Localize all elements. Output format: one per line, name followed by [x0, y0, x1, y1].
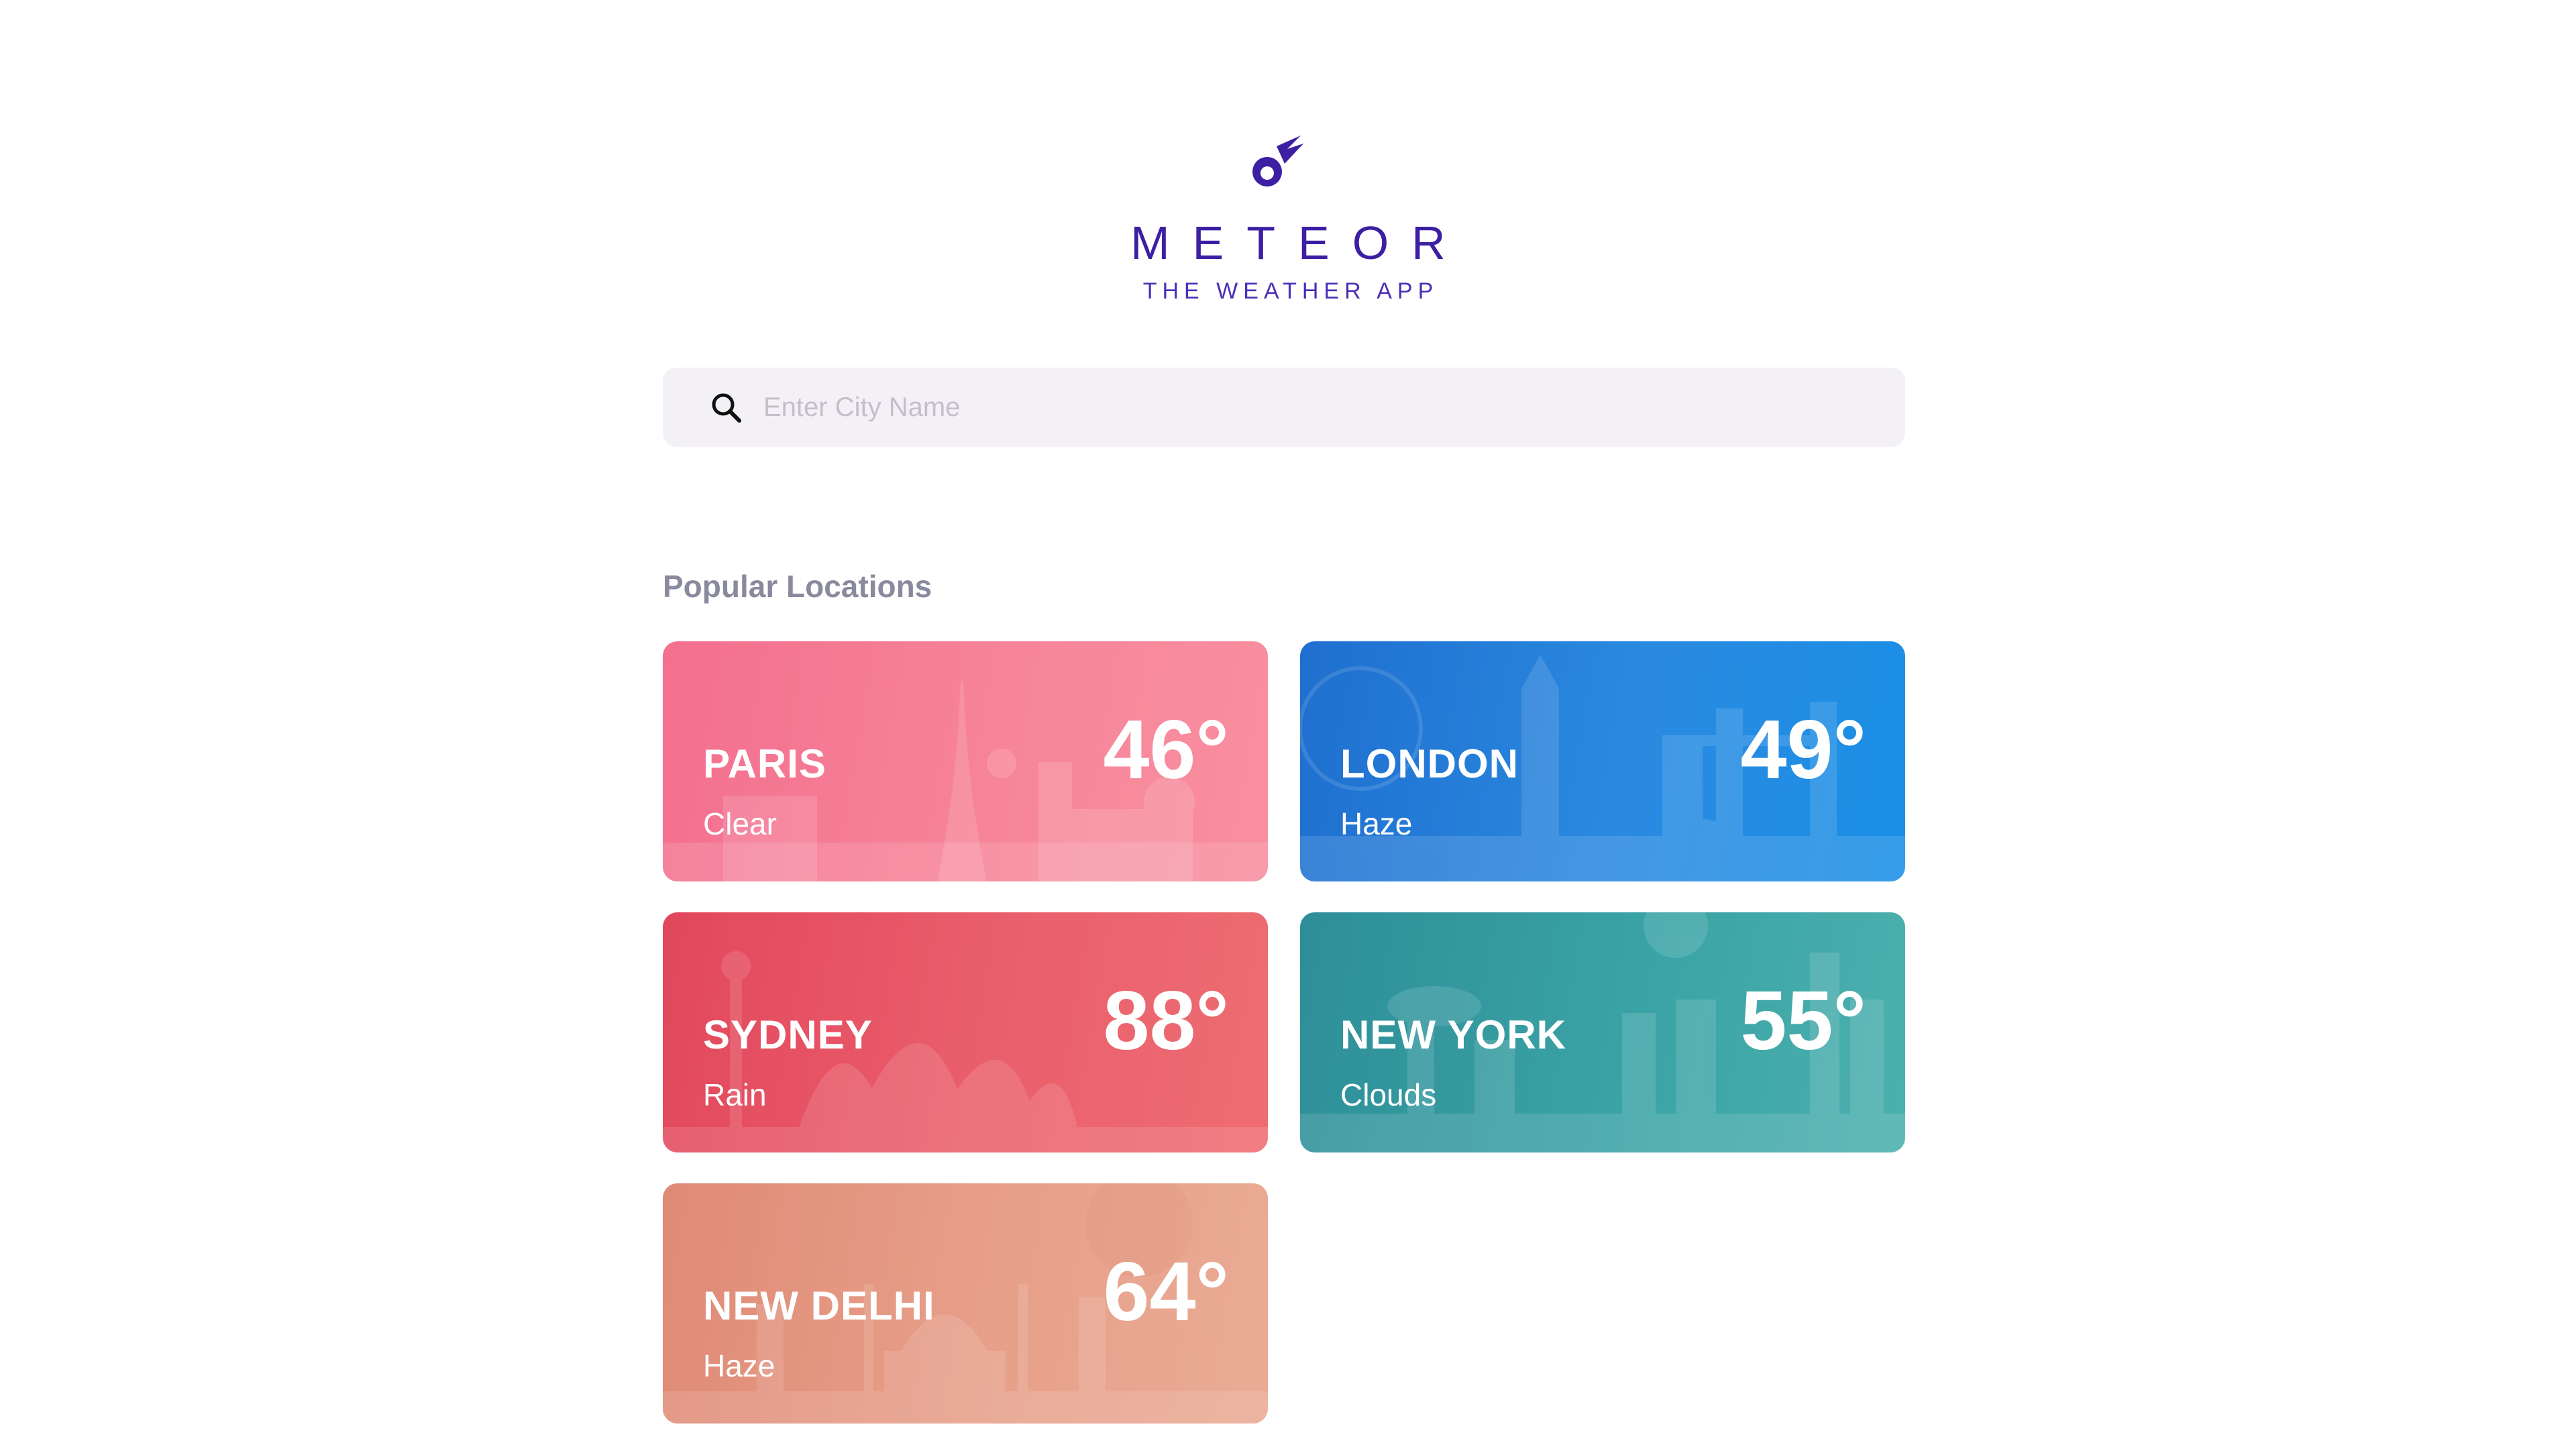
card-condition: Haze [1340, 806, 1413, 841]
brand-tagline: THE WEATHER APP [1142, 278, 1439, 304]
card-city-name: NEW YORK [1340, 1012, 1566, 1057]
card-city-name: NEW DELHI [703, 1283, 935, 1328]
location-card-paris[interactable]: PARIS Clear 46° [663, 641, 1268, 881]
location-card-london[interactable]: LONDON Haze 49° [1300, 641, 1905, 881]
card-city-name: LONDON [1340, 741, 1519, 786]
card-city-name: SYDNEY [703, 1012, 873, 1057]
search-bar[interactable] [663, 368, 1905, 447]
location-card-new-delhi[interactable]: NEW DELHI Haze 64° [663, 1183, 1268, 1424]
search-input[interactable] [763, 384, 1864, 431]
meteor-icon [1252, 136, 1303, 186]
card-temperature: 55° [1740, 975, 1866, 1067]
card-condition: Clouds [1340, 1077, 1437, 1112]
card-city-name: PARIS [703, 741, 826, 786]
search-icon[interactable] [710, 391, 742, 423]
card-temperature: 46° [1103, 704, 1229, 796]
card-condition: Rain [703, 1077, 767, 1112]
location-card-sydney[interactable]: SYDNEY Rain 88° [663, 912, 1268, 1152]
brand-name: METEOR [1130, 217, 1468, 269]
card-temperature: 88° [1103, 975, 1229, 1067]
popular-locations-heading: Popular Locations [663, 569, 932, 604]
location-card-new-york[interactable]: NEW YORK Clouds 55° [1300, 912, 1905, 1152]
card-condition: Clear [703, 806, 777, 841]
card-condition: Haze [703, 1348, 775, 1383]
card-temperature: 49° [1740, 704, 1866, 796]
card-temperature: 64° [1103, 1246, 1229, 1338]
